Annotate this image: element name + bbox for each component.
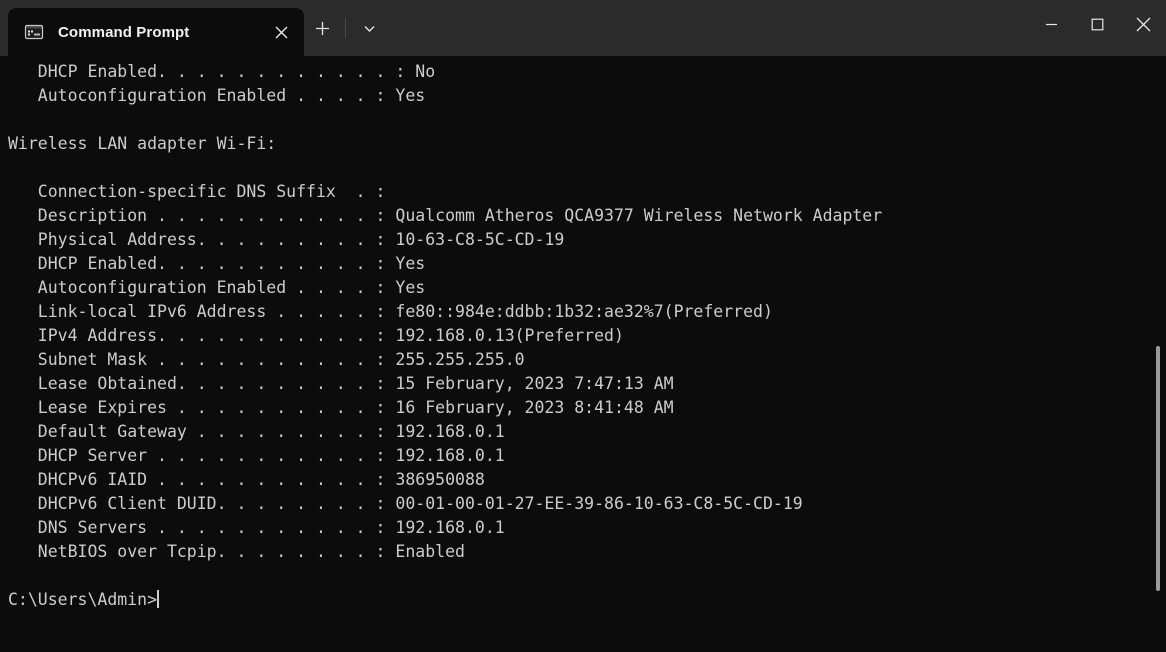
terminal-area[interactable]: DHCP Enabled. . . . . . . . . . . . : No… [0,56,1166,652]
new-tab-icon[interactable] [304,11,340,45]
terminal-line: DHCP Enabled. . . . . . . . . . . : Yes [8,254,426,273]
tab-command-prompt[interactable]: Command Prompt [8,8,304,56]
terminal-line: Description . . . . . . . . . . . : Qual… [8,206,883,225]
close-tab-icon[interactable] [264,15,298,49]
terminal-line: DHCPv6 IAID . . . . . . . . . . . : 3869… [8,470,485,489]
terminal-scrollbar[interactable] [1150,56,1166,652]
tab-strip: Command Prompt [0,0,1028,56]
terminal-line: Physical Address. . . . . . . . . : 10-6… [8,230,565,249]
terminal-line: Connection-specific DNS Suffix . : [8,182,386,201]
terminal-line: DHCP Enabled. . . . . . . . . . . . : No [8,62,436,81]
terminal-line: Lease Expires . . . . . . . . . . : 16 F… [8,398,674,417]
terminal-line: Link-local IPv6 Address . . . . . : fe80… [8,302,773,321]
tabbar-actions [304,4,387,56]
maximize-button[interactable] [1074,0,1120,48]
terminal-line: DNS Servers . . . . . . . . . . . : 192.… [8,518,505,537]
terminal-line: DHCPv6 Client DUID. . . . . . . . : 00-0… [8,494,803,513]
console-icon [24,22,44,42]
terminal-line: IPv4 Address. . . . . . . . . . . : 192.… [8,326,624,345]
scrollbar-thumb[interactable] [1156,346,1160,591]
titlebar: Command Prompt [0,0,1166,56]
terminal-line: Wireless LAN adapter Wi-Fi: [8,134,277,153]
terminal-line: Autoconfiguration Enabled . . . . : Yes [8,278,426,297]
command-prompt-window: Command Prompt DHCP Enabled. . . . . . .… [0,0,1166,652]
close-window-button[interactable] [1120,0,1166,48]
terminal-line: Subnet Mask . . . . . . . . . . . : 255.… [8,350,525,369]
prompt-text: C:\Users\Admin> [8,590,158,609]
prompt-line: C:\Users\Admin> [8,588,1166,612]
minimize-button[interactable] [1028,0,1074,48]
text-cursor [157,590,160,608]
terminal-line: Default Gateway . . . . . . . . . : 192.… [8,422,505,441]
chevron-down-icon[interactable] [351,11,387,45]
terminal-output: DHCP Enabled. . . . . . . . . . . . : No… [0,56,1166,652]
terminal-line: NetBIOS over Tcpip. . . . . . . . : Enab… [8,542,465,561]
tab-title: Command Prompt [58,23,190,41]
window-controls [1028,0,1166,56]
tabbar-divider [345,18,346,38]
terminal-line: DHCP Server . . . . . . . . . . . : 192.… [8,446,505,465]
terminal-line: Lease Obtained. . . . . . . . . . : 15 F… [8,374,674,393]
terminal-line: Autoconfiguration Enabled . . . . : Yes [8,86,426,105]
